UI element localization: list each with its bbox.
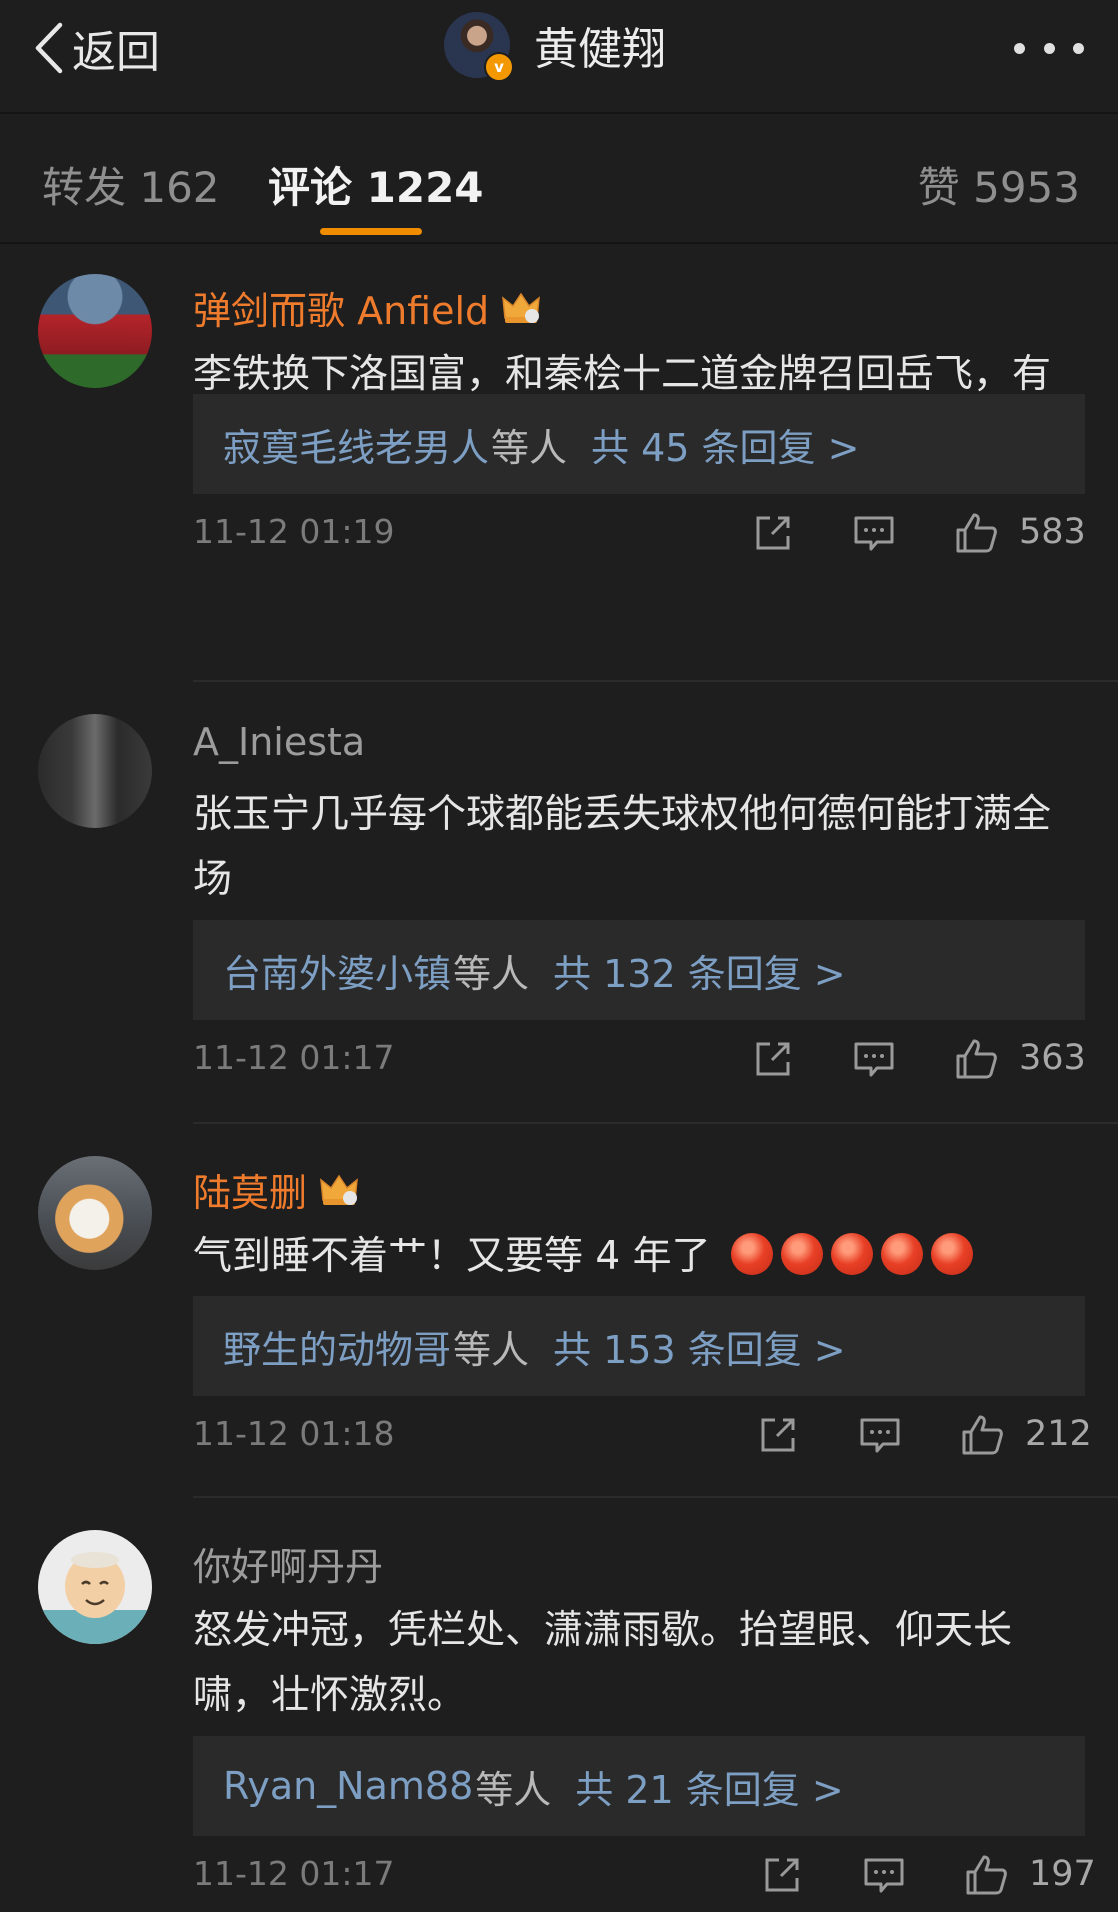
reply-summary-link[interactable]: 寂寞毛线老男人 等人 共 45 条回复 > xyxy=(193,394,1085,494)
comment-timestamp: 11-12 01:17 xyxy=(193,1038,395,1077)
vip-crown-icon xyxy=(319,1172,359,1208)
reply-names: 台南外婆小镇 xyxy=(223,951,452,996)
comment-text: 张玉宁几乎每个球都能丢失球权他何德何能打满全场 xyxy=(193,792,1052,902)
avatar[interactable]: v xyxy=(444,12,514,82)
reply-suffix: 等人 xyxy=(453,1327,530,1372)
reply-names: 寂寞毛线老男人 xyxy=(223,425,490,470)
share-button[interactable] xyxy=(750,510,796,560)
comment-divider xyxy=(193,1122,1118,1124)
page-title: 黄健翔 xyxy=(534,24,666,75)
comment-username[interactable]: A_Iniesta xyxy=(193,720,365,764)
comment-timestamp: 11-12 01:19 xyxy=(193,512,395,551)
active-tab-indicator xyxy=(320,228,422,235)
comment-username[interactable]: 陆莫删 xyxy=(193,1162,359,1217)
vip-crown-icon xyxy=(501,290,541,326)
reply-names: 野生的动物哥 xyxy=(223,1327,452,1372)
dot-icon xyxy=(1043,42,1055,54)
reply-count: 共 132 条回复 > xyxy=(553,951,846,996)
avatar[interactable] xyxy=(38,714,152,828)
top-nav-bar: 返回 v 黄健翔 xyxy=(0,0,1118,100)
reply-summary-link[interactable]: 野生的动物哥 等人 共 153 条回复 > xyxy=(193,1296,1085,1396)
comment-divider xyxy=(193,1496,1118,1498)
angry-emoji-icon xyxy=(731,1233,774,1275)
like-button[interactable] xyxy=(963,1852,1009,1902)
reply-count: 共 153 条回复 > xyxy=(553,1327,846,1372)
verified-badge-icon: v xyxy=(484,52,514,82)
comment-timestamp: 11-12 01:18 xyxy=(193,1414,395,1453)
avatar[interactable] xyxy=(38,274,152,388)
comment-divider xyxy=(193,680,1118,682)
reply-names: Ryan_Nam88 xyxy=(223,1764,474,1808)
reply-button[interactable] xyxy=(851,510,897,560)
share-icon xyxy=(761,1418,795,1452)
angry-emoji-icon xyxy=(831,1233,874,1275)
reply-summary-link[interactable]: Ryan_Nam88 等人 共 21 条回复 > xyxy=(193,1736,1085,1836)
reply-count: 共 45 条回复 > xyxy=(591,425,860,470)
tab-like[interactable]: 赞 5953 xyxy=(918,154,1080,215)
reply-suffix: 等人 xyxy=(453,951,530,996)
reply-suffix: 等人 xyxy=(491,425,568,470)
thumbs-up-icon xyxy=(966,1855,1007,1895)
comment-meta: 11-12 01:19 583 xyxy=(193,504,1086,564)
thumbs-up-icon xyxy=(956,1039,997,1079)
dot-icon xyxy=(1014,42,1025,54)
thumbs-up-icon xyxy=(956,513,997,553)
comment-icon xyxy=(860,1418,900,1453)
back-label: 返回 xyxy=(72,27,160,78)
angry-emoji-icon xyxy=(931,1233,974,1275)
dot-icon xyxy=(1073,42,1084,54)
avatar[interactable] xyxy=(38,1530,152,1644)
page-title-group[interactable]: v 黄健翔 xyxy=(444,12,666,82)
comment-timestamp: 11-12 01:17 xyxy=(193,1854,395,1893)
reply-button[interactable] xyxy=(851,1036,897,1086)
tab-bar: 转发 162 评论 1224 赞 5953 xyxy=(0,114,1118,242)
comment-text: 气到睡不着艹！又要等 4 年了 xyxy=(193,1224,1073,1289)
like-count: 212 xyxy=(1025,1414,1092,1454)
like-button[interactable] xyxy=(953,510,999,560)
share-button[interactable] xyxy=(750,1036,796,1086)
tab-repost[interactable]: 转发 162 xyxy=(42,154,220,215)
like-button[interactable] xyxy=(953,1036,999,1086)
comment-icon xyxy=(854,516,894,551)
reply-count: 共 21 条回复 > xyxy=(575,1767,844,1812)
thumbs-up-icon xyxy=(962,1415,1003,1455)
more-options-button[interactable] xyxy=(1014,30,1084,66)
like-count: 583 xyxy=(1019,512,1086,552)
like-count: 363 xyxy=(1019,1038,1086,1078)
like-button[interactable] xyxy=(959,1412,1005,1462)
comment-username[interactable]: 你好啊丹丹 xyxy=(193,1536,383,1591)
comment-icon xyxy=(854,1042,894,1077)
cartoon-face-icon xyxy=(38,1552,152,1644)
share-icon xyxy=(756,516,790,550)
comment-meta: 11-12 01:17 197 xyxy=(193,1846,1096,1906)
chevron-left-icon xyxy=(35,22,63,74)
angry-emoji-icon xyxy=(881,1233,924,1275)
share-button[interactable] xyxy=(759,1852,805,1902)
comment-meta: 11-12 01:17 363 xyxy=(193,1030,1086,1090)
comment-icon xyxy=(864,1858,904,1893)
reply-summary-link[interactable]: 台南外婆小镇 等人 共 132 条回复 > xyxy=(193,920,1085,1020)
share-icon xyxy=(756,1042,790,1076)
like-count: 197 xyxy=(1029,1854,1096,1894)
back-button[interactable]: 返回 xyxy=(34,18,160,78)
reply-suffix: 等人 xyxy=(475,1767,552,1812)
reply-button[interactable] xyxy=(857,1412,903,1462)
share-button[interactable] xyxy=(755,1412,801,1462)
comment-meta: 11-12 01:18 212 xyxy=(193,1406,1092,1466)
reply-button[interactable] xyxy=(861,1852,907,1902)
angry-emoji-icon xyxy=(781,1233,824,1275)
avatar[interactable] xyxy=(38,1156,152,1270)
comment-username[interactable]: 弹剑而歌 Anfield xyxy=(193,280,541,335)
share-icon xyxy=(765,1858,799,1892)
tabs-divider xyxy=(0,242,1118,244)
comment-text: 怒发冲冠，凭栏处、潇潇雨歇。抬望眼、仰天长啸，壮怀激烈。 xyxy=(193,1608,1013,1718)
tab-comment[interactable]: 评论 1224 xyxy=(268,154,484,215)
